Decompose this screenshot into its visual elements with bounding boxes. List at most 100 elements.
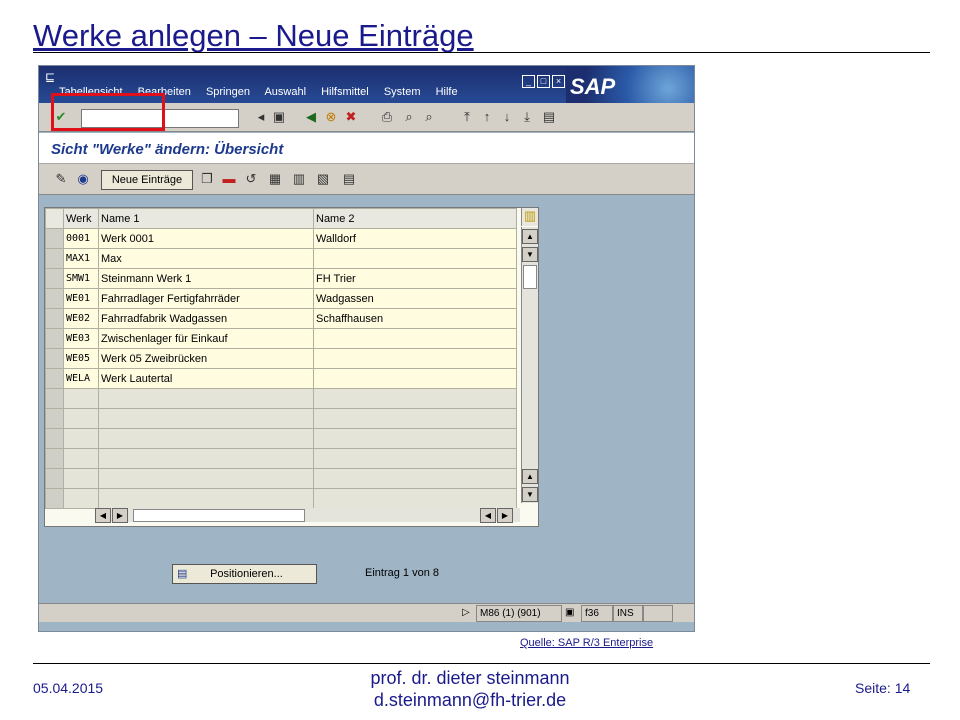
delete-icon[interactable]: ▬ [221,171,237,187]
select-block-icon[interactable]: ▥ [291,171,307,187]
undo-change-icon[interactable]: ↺ [243,171,259,187]
name2-cell[interactable] [313,328,517,349]
werk-cell[interactable]: WE03 [63,328,99,349]
name1-cell[interactable]: Werk 0001 [98,228,314,249]
row-selector[interactable] [45,348,64,369]
row-selector[interactable] [45,488,64,509]
name1-cell[interactable]: Fahrradlager Fertigfahrräder [98,288,314,309]
name2-cell[interactable]: Wadgassen [313,288,517,309]
name1-cell[interactable]: Max [98,248,314,269]
neue-eintraege-button[interactable]: Neue Einträge [101,170,193,190]
row-selector[interactable] [45,288,64,309]
minimize-icon[interactable]: _ [522,75,535,88]
change-display-icon[interactable]: ✎ [53,171,69,187]
column-header-werk[interactable]: Werk [63,208,99,229]
menu-hilfsmittel[interactable]: Hilfsmittel [321,86,369,98]
empty-cell[interactable] [63,468,99,489]
first-page-icon[interactable]: ⤒ [459,109,475,125]
empty-cell[interactable] [63,428,99,449]
row-selector[interactable] [45,268,64,289]
empty-cell[interactable] [313,428,517,449]
select-all-header[interactable] [45,208,64,229]
scroll-left-icon[interactable]: ◀ [95,508,111,523]
empty-cell[interactable] [98,488,314,509]
row-selector[interactable] [45,368,64,389]
row-selector[interactable] [45,468,64,489]
werk-cell[interactable]: WELA [63,368,99,389]
status-expand-icon[interactable]: ▷ [459,605,473,620]
display-icon[interactable]: ◉ [75,171,91,187]
empty-cell[interactable] [313,468,517,489]
maximize-icon[interactable]: □ [537,75,550,88]
menu-system[interactable]: System [384,86,421,98]
row-selector[interactable] [45,428,64,449]
werk-cell[interactable]: WE05 [63,348,99,369]
werk-cell[interactable]: 0001 [63,228,99,249]
row-selector[interactable] [45,328,64,349]
scroll-page-down-icon[interactable]: ▼ [522,487,538,502]
source-link[interactable]: Quelle: SAP R/3 Enterprise [520,637,653,649]
empty-cell[interactable] [313,448,517,469]
scroll-down-icon[interactable]: ▼ [522,247,538,262]
back-arrow-small-icon[interactable]: ◂ [253,109,269,125]
row-selector[interactable] [45,448,64,469]
close-icon[interactable]: × [552,75,565,88]
print-view-icon[interactable]: ▤ [341,171,357,187]
next-page-icon[interactable]: ↓ [499,109,515,125]
print-icon[interactable]: ⎙ [379,109,395,125]
row-selector[interactable] [45,308,64,329]
cancel-icon[interactable]: ✖ [343,109,359,125]
scroll-right-end-icon[interactable]: ▶ [497,508,513,523]
name2-cell[interactable]: Walldorf [313,228,517,249]
menu-hilfe[interactable]: Hilfe [436,86,458,98]
scroll-right-icon[interactable]: ▶ [112,508,128,523]
previous-page-icon[interactable]: ↑ [479,109,495,125]
scroll-up-icon[interactable]: ▲ [522,229,538,244]
window-menu-icon[interactable]: ⊑ [45,70,55,84]
exit-icon[interactable]: ⊗ [323,109,339,125]
name2-cell[interactable] [313,348,517,369]
empty-cell[interactable] [98,388,314,409]
save-icon[interactable]: ▣ [271,109,287,125]
menu-springen[interactable]: Springen [206,86,250,98]
deselect-all-icon[interactable]: ▧ [315,171,331,187]
name1-cell[interactable]: Fahrradfabrik Wadgassen [98,308,314,329]
last-page-icon[interactable]: ⤓ [519,109,535,125]
name1-cell[interactable]: Zwischenlager für Einkauf [98,328,314,349]
select-all-icon[interactable]: ▦ [267,171,283,187]
empty-cell[interactable] [98,468,314,489]
row-selector[interactable] [45,248,64,269]
find-next-icon[interactable]: ⌕ [421,109,437,125]
copy-as-icon[interactable]: ❐ [199,171,215,187]
name2-cell[interactable]: FH Trier [313,268,517,289]
find-icon[interactable]: ⌕ [401,109,417,125]
werk-cell[interactable]: MAX1 [63,248,99,269]
scroll-thumb[interactable] [523,265,537,289]
row-selector[interactable] [45,228,64,249]
empty-cell[interactable] [313,488,517,509]
name1-cell[interactable]: Werk 05 Zweibrücken [98,348,314,369]
empty-cell[interactable] [313,388,517,409]
empty-cell[interactable] [98,448,314,469]
positionieren-button[interactable]: ▤ Positionieren... [172,564,317,584]
new-session-icon[interactable]: ▤ [541,109,557,125]
werk-cell[interactable]: WE02 [63,308,99,329]
name1-cell[interactable]: Steinmann Werk 1 [98,268,314,289]
empty-cell[interactable] [63,408,99,429]
empty-cell[interactable] [63,388,99,409]
back-icon[interactable]: ◀ [303,109,319,125]
scroll-page-up-icon[interactable]: ▲ [522,469,538,484]
name2-cell[interactable] [313,368,517,389]
row-selector[interactable] [45,408,64,429]
status-session-icon[interactable]: ▣ [562,605,580,620]
empty-cell[interactable] [313,408,517,429]
name1-cell[interactable]: Werk Lautertal [98,368,314,389]
hscroll-thumb[interactable] [133,509,305,522]
scroll-left-end-icon[interactable]: ◀ [480,508,496,523]
name2-cell[interactable] [313,248,517,269]
column-settings-icon[interactable]: ▥ [521,208,538,226]
vertical-scrollbar[interactable]: ▲ ▼ ▲ ▼ [521,227,538,503]
column-header-name1[interactable]: Name 1 [98,208,314,229]
empty-cell[interactable] [63,488,99,509]
empty-cell[interactable] [98,428,314,449]
